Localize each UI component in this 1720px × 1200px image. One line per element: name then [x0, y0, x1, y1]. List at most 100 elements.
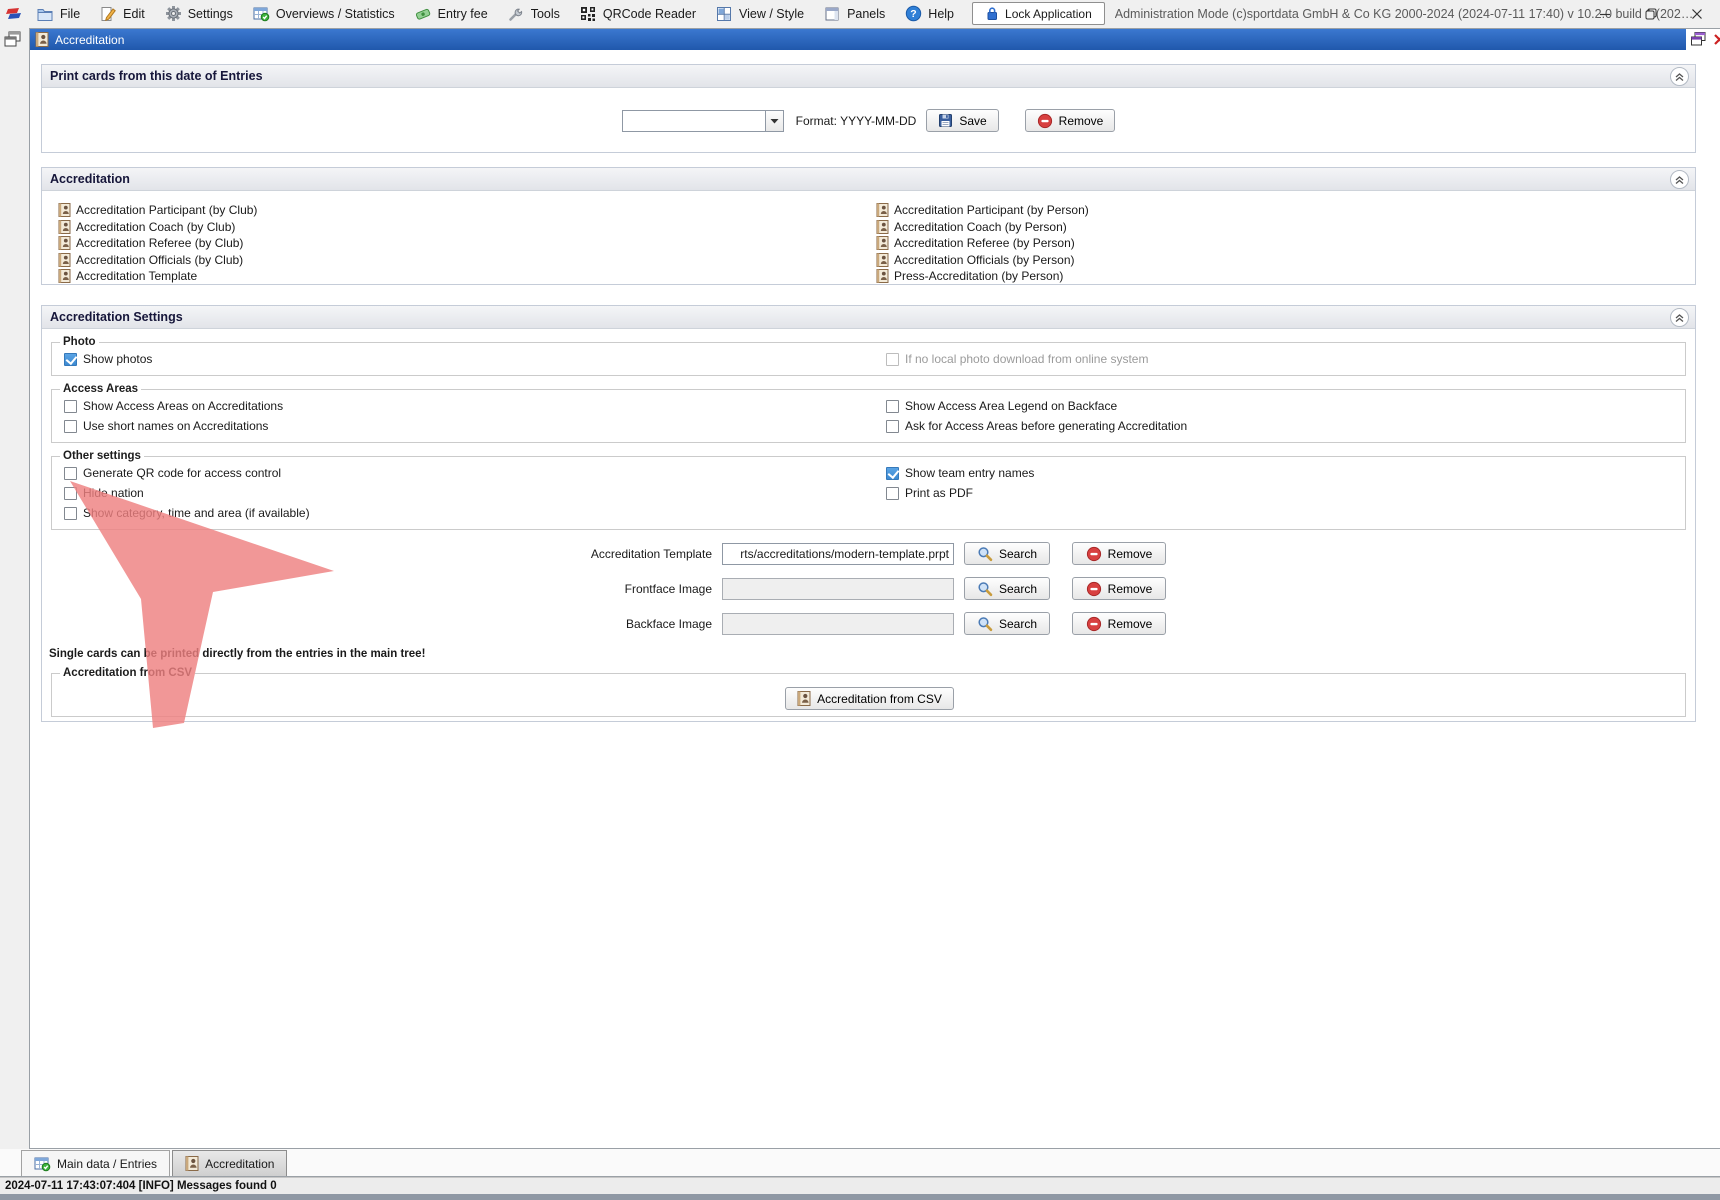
subwindow-restore-button[interactable]: [1690, 31, 1707, 48]
hide-nation-checkbox[interactable]: [64, 487, 77, 500]
badge-icon: [58, 253, 71, 267]
legend-backface-checkbox[interactable]: [886, 400, 899, 413]
show-category-checkbox[interactable]: [64, 507, 77, 520]
lock-icon: [985, 6, 999, 21]
badge-icon: [797, 691, 811, 706]
menu-item-file[interactable]: File: [27, 1, 90, 27]
frontface-remove-button[interactable]: Remove: [1072, 577, 1166, 600]
print-as-pdf-checkbox[interactable]: [886, 487, 899, 500]
accreditation-from-csv-button[interactable]: Accreditation from CSV: [785, 687, 954, 710]
link-accreditation-officials-club[interactable]: Accreditation Officials (by Club): [58, 252, 257, 269]
mdi-windows-icon[interactable]: [3, 30, 23, 50]
show-photos-checkbox[interactable]: [64, 353, 77, 366]
remove-date-button[interactable]: Remove: [1025, 109, 1116, 132]
backface-image-row: Backface Image Search Remove: [42, 612, 1695, 635]
menu-item-overviews[interactable]: Overviews / Statistics: [243, 1, 405, 27]
subwindow-titlebar: Accreditation: [30, 29, 1686, 50]
checkbox-row-hide-nation[interactable]: Hide nation: [64, 483, 886, 503]
template-remove-button[interactable]: Remove: [1072, 542, 1166, 565]
print-cards-panel: Print cards from this date of Entries Fo…: [41, 64, 1696, 153]
badge-icon: [58, 203, 71, 217]
accreditation-links-left: Accreditation Participant (by Club) Accr…: [58, 202, 257, 285]
menu-item-tools[interactable]: Tools: [498, 1, 570, 27]
link-accreditation-officials-person[interactable]: Accreditation Officials (by Person): [876, 252, 1089, 269]
link-accreditation-template[interactable]: Accreditation Template: [58, 268, 257, 285]
close-button[interactable]: [1674, 0, 1720, 27]
minimize-button[interactable]: [1582, 0, 1628, 27]
tab-accreditation[interactable]: Accreditation: [172, 1150, 287, 1176]
frontface-search-button[interactable]: Search: [964, 577, 1050, 600]
menu-item-entry-fee[interactable]: Entry fee: [405, 1, 498, 27]
view-style-icon: [716, 6, 733, 22]
online-photo-checkbox: [886, 353, 899, 366]
entries-date-input[interactable]: [622, 110, 765, 132]
checkbox-row-ask-access-areas[interactable]: Ask for Access Areas before generating A…: [886, 416, 1675, 436]
frontface-image-input[interactable]: [722, 578, 954, 600]
search-icon: [977, 581, 993, 597]
tab-main-data-entries[interactable]: Main data / Entries: [21, 1150, 170, 1176]
collapse-print-cards-button[interactable]: [1670, 67, 1689, 86]
link-accreditation-participant-person[interactable]: Accreditation Participant (by Person): [876, 202, 1089, 219]
frontface-image-label: Frontface Image: [42, 582, 712, 596]
checkbox-row-legend-backface[interactable]: Show Access Area Legend on Backface: [886, 396, 1675, 416]
edit-icon: [100, 6, 117, 22]
date-dropdown-button[interactable]: [765, 110, 784, 132]
subwindow-close-button[interactable]: [1713, 33, 1720, 46]
backface-image-label: Backface Image: [42, 617, 712, 631]
link-press-accreditation-person[interactable]: Press-Accreditation (by Person): [876, 268, 1089, 285]
menubar: File Edit Settings Overviews / Statistic…: [0, 0, 1720, 27]
status-message: 2024-07-11 17:43:07:404 [INFO] Messages …: [5, 1180, 277, 1192]
chevron-up-icon: [1673, 70, 1686, 83]
backface-image-input[interactable]: [722, 613, 954, 635]
backface-search-button[interactable]: Search: [964, 612, 1050, 635]
badge-icon: [876, 269, 889, 283]
backface-remove-button[interactable]: Remove: [1072, 612, 1166, 635]
template-search-button[interactable]: Search: [964, 542, 1050, 565]
entries-date-combobox[interactable]: [622, 110, 784, 132]
lock-application-button[interactable]: Lock Application: [972, 2, 1105, 25]
link-accreditation-referee-club[interactable]: Accreditation Referee (by Club): [58, 235, 257, 252]
menu-item-qrcode[interactable]: QRCode Reader: [570, 1, 706, 27]
checkbox-row-show-photos[interactable]: Show photos: [64, 349, 886, 369]
short-names-checkbox[interactable]: [64, 420, 77, 433]
status-bar: 2024-07-11 17:43:07:404 [INFO] Messages …: [0, 1177, 1720, 1194]
menu-item-view-style[interactable]: View / Style: [706, 1, 814, 27]
badge-icon: [58, 220, 71, 234]
other-settings-group: Other settings Generate QR code for acce…: [51, 450, 1686, 530]
show-access-areas-checkbox[interactable]: [64, 400, 77, 413]
other-settings-legend: Other settings: [60, 450, 144, 462]
accreditation-links-right: Accreditation Participant (by Person) Ac…: [876, 202, 1089, 285]
menu-item-panels[interactable]: Panels: [814, 1, 895, 27]
search-icon: [977, 616, 993, 632]
subwindow-title: Accreditation: [55, 33, 124, 47]
accreditation-template-input[interactable]: rts/accreditations/modern-template.prpt: [722, 543, 954, 565]
checkbox-row-show-access-areas[interactable]: Show Access Areas on Accreditations: [64, 396, 886, 416]
bottom-tabbar: Main data / Entries Accreditation: [0, 1149, 1720, 1177]
checkbox-row-show-category[interactable]: Show category, time and area (if availab…: [64, 503, 886, 523]
link-accreditation-participant-club[interactable]: Accreditation Participant (by Club): [58, 202, 257, 219]
folder-icon: [37, 6, 54, 22]
remove-icon: [1086, 546, 1102, 562]
link-accreditation-referee-person[interactable]: Accreditation Referee (by Person): [876, 235, 1089, 252]
close-icon: [1691, 8, 1703, 20]
remove-icon: [1086, 581, 1102, 597]
checkbox-row-generate-qr[interactable]: Generate QR code for access control: [64, 463, 886, 483]
collapse-settings-button[interactable]: [1670, 308, 1689, 327]
collapse-accreditation-button[interactable]: [1670, 170, 1689, 189]
checkbox-row-team-entry-names[interactable]: Show team entry names: [886, 463, 1675, 483]
menu-item-settings[interactable]: Settings: [155, 1, 243, 27]
generate-qr-checkbox[interactable]: [64, 467, 77, 480]
restore-button[interactable]: [1628, 0, 1674, 27]
badge-icon: [185, 1156, 199, 1171]
link-accreditation-coach-person[interactable]: Accreditation Coach (by Person): [876, 219, 1089, 236]
save-date-button[interactable]: Save: [926, 109, 998, 132]
menu-item-help[interactable]: ? Help: [895, 1, 964, 27]
menu-item-edit[interactable]: Edit: [90, 1, 155, 27]
badge-icon: [876, 253, 889, 267]
team-entry-names-checkbox[interactable]: [886, 467, 899, 480]
checkbox-row-print-as-pdf[interactable]: Print as PDF: [886, 483, 1675, 503]
checkbox-row-short-names[interactable]: Use short names on Accreditations: [64, 416, 886, 436]
ask-access-areas-checkbox[interactable]: [886, 420, 899, 433]
help-icon: ?: [905, 5, 922, 22]
link-accreditation-coach-club[interactable]: Accreditation Coach (by Club): [58, 219, 257, 236]
